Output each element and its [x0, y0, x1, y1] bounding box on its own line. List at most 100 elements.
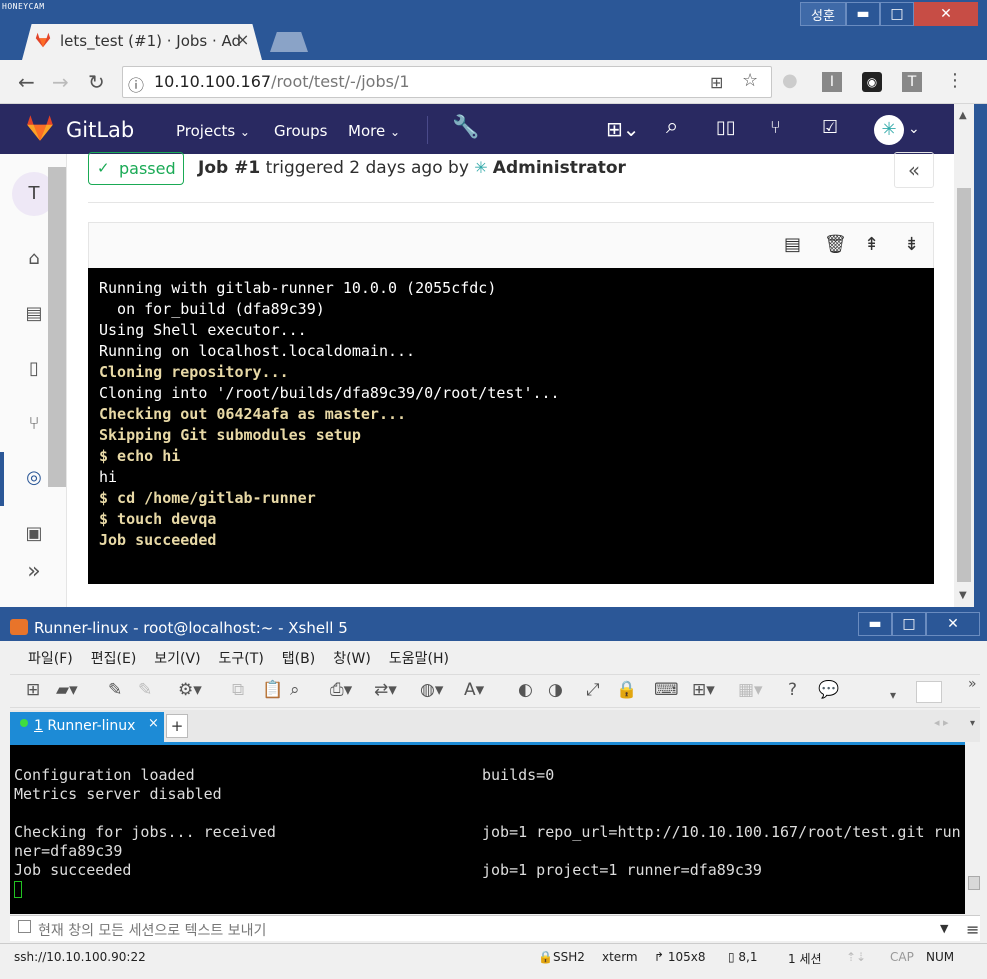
log-line: Checking out 06424afa as master... — [99, 405, 407, 423]
session-tab[interactable]: 1 Runner-linux × — [10, 712, 164, 742]
fullscreen-icon[interactable]: ⤢ — [586, 680, 600, 700]
scroll-up-arrow-icon[interactable]: ▲ — [959, 110, 967, 121]
issues-icon[interactable]: ▯ — [22, 357, 46, 381]
extension-owl-icon[interactable]: ◉ — [862, 72, 882, 92]
extension-icon[interactable]: ● — [782, 70, 798, 91]
new-plus-icon[interactable]: ⊞⌄ — [606, 117, 640, 141]
forward-icon[interactable]: → — [52, 70, 69, 94]
xshell-maximize-button[interactable]: □ — [892, 612, 926, 636]
address-input[interactable] — [916, 681, 942, 703]
repository-file-icon[interactable]: ▤ — [22, 302, 46, 326]
connect-icon[interactable]: ✎ — [108, 680, 122, 700]
sidebar-scrollbar[interactable] — [48, 167, 66, 487]
menu-item[interactable]: 보기(V) — [154, 645, 200, 673]
home-icon[interactable]: ⌂ — [22, 247, 46, 271]
raw-log-icon[interactable]: ▤ — [784, 234, 801, 255]
tab-close-icon[interactable]: × — [236, 30, 249, 49]
watermark: HONEYCAM — [2, 2, 45, 11]
new-session-icon[interactable]: ⊞ — [26, 680, 40, 700]
status-sessions: 1 세션 — [788, 952, 822, 966]
xmanager-icon[interactable]: ◑ — [548, 680, 563, 700]
merge-requests-icon[interactable]: ⑂ — [22, 412, 46, 436]
print-icon[interactable]: ⎙▾ — [330, 680, 352, 700]
job-author[interactable]: Administrator — [493, 158, 626, 178]
menu-item[interactable]: 탭(B) — [282, 645, 315, 673]
layout-icon[interactable]: ▦▾ — [738, 680, 763, 700]
extension-t-icon[interactable]: T — [902, 72, 922, 92]
erase-log-trash-icon[interactable]: 🗑 — [824, 234, 847, 255]
minimize-button[interactable]: ▬ — [846, 2, 880, 26]
collapse-sidebar-button[interactable]: « — [894, 152, 934, 188]
disconnect-icon[interactable]: ✎ — [138, 680, 152, 700]
menu-item[interactable]: 창(W) — [333, 645, 371, 673]
reload-icon[interactable]: ↻ — [88, 70, 105, 94]
merge-requests-icon[interactable]: ⑂ — [770, 117, 781, 138]
xshell-close-button[interactable]: ✕ — [926, 612, 980, 636]
gitlab-brand[interactable]: GitLab — [66, 118, 134, 142]
wiki-icon[interactable]: ▣ — [22, 522, 46, 546]
compose-menu-icon[interactable]: ≡ — [966, 920, 979, 939]
info-icon[interactable]: ⓘ — [128, 72, 144, 96]
help-icon[interactable]: ? — [788, 680, 797, 700]
search-icon[interactable]: ⌕ — [666, 114, 678, 139]
globe-icon[interactable]: ◍▾ — [420, 680, 443, 700]
translate-icon[interactable]: ⊞ — [710, 73, 723, 92]
bookmark-star-icon[interactable]: ☆ — [742, 70, 758, 91]
transfer-icon[interactable]: ⇄▾ — [374, 680, 397, 700]
tab-scroll-arrows-icon[interactable]: ◂ ▸ — [934, 716, 949, 729]
menu-item[interactable]: 도움말(H) — [389, 645, 449, 673]
add-icon[interactable]: ⊞▾ — [692, 680, 715, 700]
issues-icon[interactable]: ▯▯ — [716, 117, 736, 138]
ci-cd-rocket-icon[interactable]: ◎ — [22, 466, 46, 490]
nav-projects[interactable]: Projects ⌄ — [176, 122, 250, 140]
find-icon[interactable]: ⌕ — [290, 680, 300, 700]
scroll-bottom-icon[interactable]: ⇟ — [904, 234, 919, 255]
paste-icon[interactable]: 📋 — [262, 680, 283, 700]
gitlab-favicon-icon — [35, 32, 51, 48]
maximize-button[interactable]: □ — [880, 2, 914, 26]
user-avatar[interactable]: ✳ — [874, 115, 904, 145]
chevron-down-icon[interactable]: ⌄ — [908, 121, 920, 137]
scroll-top-icon[interactable]: ⇞ — [864, 234, 879, 255]
terminal-line: ner=dfa89c39 — [14, 842, 123, 860]
keyboard-icon[interactable]: ⌨ — [654, 680, 679, 700]
menu-item[interactable]: 편집(E) — [91, 645, 137, 673]
collapse-sidebar-icon[interactable]: » — [22, 560, 46, 584]
compose-checkbox[interactable] — [18, 920, 31, 933]
browser-scroll-thumb[interactable] — [957, 188, 971, 582]
status-nav-arrows-icon[interactable]: ⇡⇣ — [846, 950, 866, 964]
chat-icon[interactable]: 💬 — [818, 680, 839, 700]
close-window-button[interactable]: ✕ — [914, 2, 978, 26]
tab-list-icon[interactable]: ▾ — [970, 718, 975, 729]
menu-kebab-icon[interactable]: ⋮ — [946, 70, 964, 91]
todos-icon[interactable]: ☑ — [822, 117, 838, 138]
job-log-terminal: Running with gitlab-runner 10.0.0 (2055c… — [88, 268, 934, 584]
job-log-toolbar — [88, 222, 934, 268]
properties-icon[interactable]: ⚙▾ — [178, 680, 202, 700]
compose-dropdown-icon[interactable]: ▼ — [940, 922, 948, 935]
terminal-line-detail: job=1 repo_url=http://10.10.100.167/root… — [482, 823, 961, 841]
scroll-down-arrow-icon[interactable]: ▼ — [959, 590, 967, 601]
open-folder-icon[interactable]: ▰▾ — [56, 680, 78, 700]
menu-item[interactable]: 파일(F) — [28, 645, 73, 673]
nav-groups[interactable]: Groups — [274, 122, 327, 140]
extension-i-icon[interactable]: I — [822, 72, 842, 92]
toolbar-chevron-icon[interactable]: » — [968, 676, 977, 692]
new-tab-plus-button[interactable]: + — [166, 714, 188, 738]
session-tab-close-icon[interactable]: × — [148, 716, 159, 731]
lock-icon[interactable]: 🔒 — [616, 680, 637, 700]
toolbar-overflow-icon[interactable]: ▾ — [890, 688, 896, 702]
gitlab-logo-icon[interactable] — [24, 112, 56, 144]
terminal-scroll-thumb[interactable] — [968, 876, 980, 890]
copy-icon[interactable]: ⧉ — [232, 680, 244, 700]
lock-icon: 🔒 — [538, 950, 553, 964]
xftp-icon[interactable]: ◐ — [518, 680, 533, 700]
nav-more[interactable]: More ⌄ — [348, 122, 400, 140]
terminal-line: Configuration loaded — [14, 766, 195, 784]
menu-item[interactable]: 도구(T) — [219, 645, 264, 673]
xshell-minimize-button[interactable]: ▬ — [858, 612, 892, 636]
profile-button[interactable]: 성훈 — [800, 2, 846, 26]
admin-wrench-icon[interactable]: 🔧 — [452, 115, 479, 140]
back-icon[interactable]: ← — [18, 70, 35, 94]
font-icon[interactable]: A▾ — [464, 680, 484, 700]
